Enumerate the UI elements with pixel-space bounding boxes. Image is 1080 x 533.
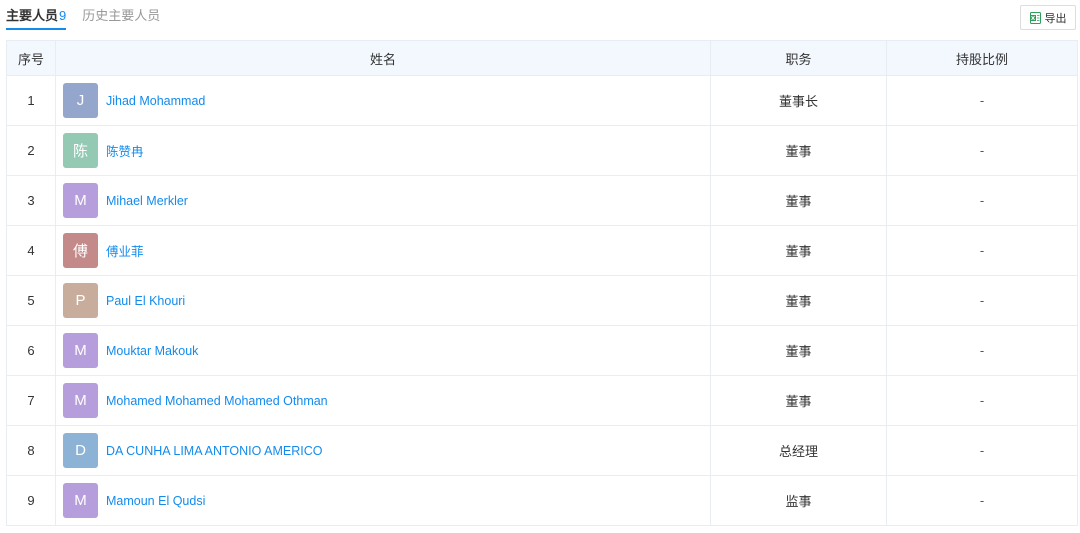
person-name-link[interactable]: Jihad Mohammad — [106, 94, 205, 108]
person-name-link[interactable]: 陈赞冉 — [106, 141, 144, 160]
person-name-link[interactable]: 傅业菲 — [106, 241, 144, 260]
avatar[interactable]: M — [63, 383, 98, 418]
personnel-table: 序号 姓名 职务 持股比例 1 J Jihad Mohammad 董事长 -2 陈陈赞冉董… — [6, 40, 1078, 526]
tab-key-personnel[interactable]: 主要人员9 — [6, 0, 67, 30]
export-button[interactable]: 导出 — [1020, 5, 1076, 30]
row-index: 3 — [6, 175, 56, 226]
row-name-cell: M Mihael Merkler — [55, 175, 711, 226]
person-entry: M Mohamed Mohamed Mohamed Othman — [63, 383, 710, 418]
row-name-cell: 傅傅业菲 — [55, 225, 711, 276]
tab-history-personnel[interactable]: 历史主要人员 — [82, 0, 160, 30]
header-name: 姓名 — [55, 40, 711, 76]
avatar[interactable]: M — [63, 183, 98, 218]
avatar[interactable]: D — [63, 433, 98, 468]
avatar[interactable]: 陈 — [63, 133, 98, 168]
row-index: 5 — [6, 275, 56, 326]
row-share: - — [886, 425, 1078, 476]
table-row: 8 D DA CUNHA LIMA ANTONIO AMERICO 总经理 - — [6, 425, 1078, 476]
row-name-cell: M Mamoun El Qudsi — [55, 475, 711, 526]
row-share: - — [886, 75, 1078, 126]
row-name-cell: J Jihad Mohammad — [55, 75, 711, 126]
row-title: 董事 — [710, 275, 887, 326]
tab-key-personnel-label: 主要人员 — [6, 8, 59, 23]
person-entry: J Jihad Mohammad — [63, 83, 710, 118]
export-label: 导出 — [1044, 12, 1067, 25]
person-entry: 陈陈赞冉 — [63, 133, 710, 168]
tab-bar: 主要人员9 历史主要人员 — [6, 0, 176, 32]
row-share: - — [886, 475, 1078, 526]
row-index: 1 — [6, 75, 56, 126]
header-index: 序号 — [6, 40, 56, 76]
row-title: 董事 — [710, 325, 887, 376]
table-row: 5 P Paul El Khouri 董事 - — [6, 275, 1078, 326]
avatar[interactable]: M — [63, 333, 98, 368]
row-title: 总经理 — [710, 425, 887, 476]
table-row: 7 M Mohamed Mohamed Mohamed Othman 董事 - — [6, 375, 1078, 426]
row-name-cell: M Mouktar Makouk — [55, 325, 711, 376]
row-name-cell: M Mohamed Mohamed Mohamed Othman — [55, 375, 711, 426]
row-share: - — [886, 225, 1078, 276]
row-title: 监事 — [710, 475, 887, 526]
person-name-link[interactable]: Mohamed Mohamed Mohamed Othman — [106, 394, 328, 408]
row-index: 6 — [6, 325, 56, 376]
header-share: 持股比例 — [886, 40, 1078, 76]
header-title: 职务 — [710, 40, 887, 76]
row-share: - — [886, 375, 1078, 426]
table-row: 6 M Mouktar Makouk 董事 - — [6, 325, 1078, 376]
person-entry: M Mouktar Makouk — [63, 333, 710, 368]
table-row: 1 J Jihad Mohammad 董事长 - — [6, 75, 1078, 126]
row-index: 4 — [6, 225, 56, 276]
avatar[interactable]: M — [63, 483, 98, 518]
person-name-link[interactable]: Mamoun El Qudsi — [106, 494, 205, 508]
table-row: 9 M Mamoun El Qudsi 监事 - — [6, 475, 1078, 526]
person-entry: M Mihael Merkler — [63, 183, 710, 218]
row-share: - — [886, 275, 1078, 326]
table-row: 2 陈陈赞冉 董事 - — [6, 125, 1078, 176]
avatar[interactable]: P — [63, 283, 98, 318]
row-title: 董事 — [710, 225, 887, 276]
person-name-link[interactable]: Mouktar Makouk — [106, 344, 198, 358]
row-title: 董事 — [710, 125, 887, 176]
row-name-cell: D DA CUNHA LIMA ANTONIO AMERICO — [55, 425, 711, 476]
avatar[interactable]: J — [63, 83, 98, 118]
row-share: - — [886, 125, 1078, 176]
row-share: - — [886, 325, 1078, 376]
tab-history-personnel-label: 历史主要人员 — [82, 8, 161, 23]
row-title: 董事 — [710, 375, 887, 426]
row-index: 7 — [6, 375, 56, 426]
table-header-row: 序号 姓名 职务 持股比例 — [6, 40, 1078, 76]
row-title: 董事 — [710, 175, 887, 226]
excel-icon — [1029, 11, 1041, 24]
person-entry: P Paul El Khouri — [63, 283, 710, 318]
table-row: 4 傅傅业菲 董事 - — [6, 225, 1078, 276]
row-index: 8 — [6, 425, 56, 476]
row-index: 2 — [6, 125, 56, 176]
row-index: 9 — [6, 475, 56, 526]
person-entry: D DA CUNHA LIMA ANTONIO AMERICO — [63, 433, 710, 468]
person-name-link[interactable]: Mihael Merkler — [106, 194, 188, 208]
avatar[interactable]: 傅 — [63, 233, 98, 268]
row-name-cell: P Paul El Khouri — [55, 275, 711, 326]
person-name-link[interactable]: DA CUNHA LIMA ANTONIO AMERICO — [106, 444, 323, 458]
table-row: 3 M Mihael Merkler 董事 - — [6, 175, 1078, 226]
row-title: 董事长 — [710, 75, 887, 126]
person-name-link[interactable]: Paul El Khouri — [106, 294, 185, 308]
row-name-cell: 陈陈赞冉 — [55, 125, 711, 176]
person-entry: 傅傅业菲 — [63, 233, 710, 268]
tab-key-personnel-count: 9 — [59, 8, 67, 23]
person-entry: M Mamoun El Qudsi — [63, 483, 710, 518]
row-share: - — [886, 175, 1078, 226]
